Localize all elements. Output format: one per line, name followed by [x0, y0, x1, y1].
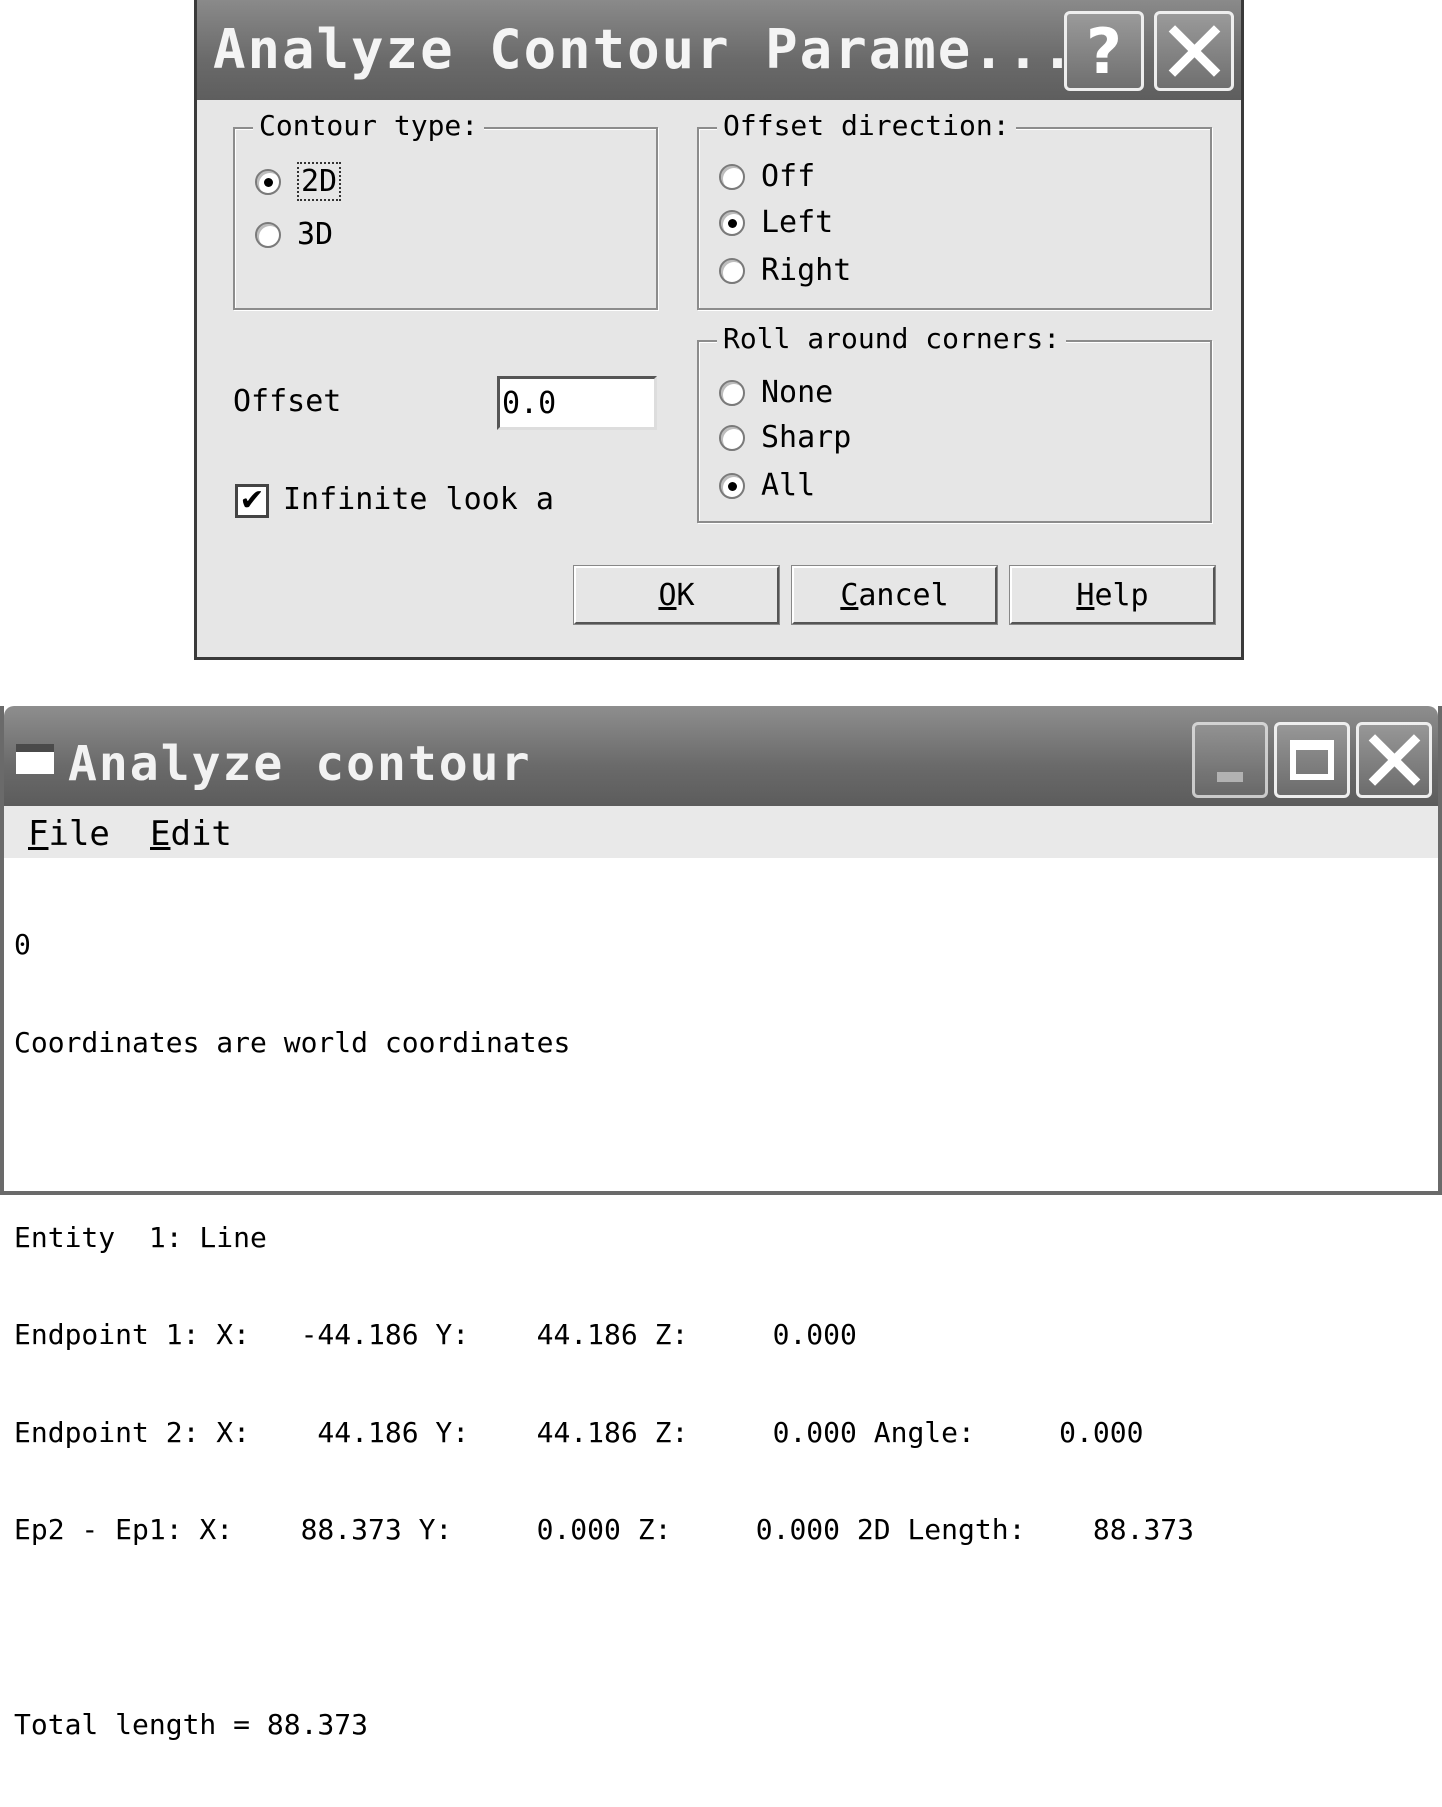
close-icon	[1366, 732, 1422, 788]
radio-3d[interactable]: 3D	[255, 217, 333, 252]
contour-type-group: Contour type: 2D 3D	[233, 109, 658, 310]
offset-label: Offset	[233, 384, 342, 419]
edit-label-rest: dit	[170, 814, 232, 854]
output-line: Endpoint 2: X: 44.186 Y: 44.186 Z: 0.000…	[14, 1415, 1144, 1449]
menu-bar: File Edit	[4, 806, 1438, 858]
radio-off-label: Off	[761, 159, 816, 194]
file-mnemonic: F	[28, 814, 49, 854]
question-mark-icon: ?	[1086, 14, 1122, 88]
analysis-output-text: 0 Coordinates are world coordinates Enti…	[14, 864, 1194, 1807]
radio-right[interactable]: Right	[719, 253, 851, 288]
radio-2d-label: 2D	[297, 162, 342, 201]
radio-button-left[interactable]	[719, 209, 745, 236]
radio-button-3d[interactable]	[255, 221, 281, 248]
dialog-close-button[interactable]	[1154, 11, 1234, 91]
cancel-button[interactable]: Cancel	[791, 565, 998, 625]
offset-input[interactable]	[497, 376, 657, 430]
output-line: Coordinates are world coordinates	[14, 1025, 571, 1059]
maximize-button[interactable]	[1274, 722, 1350, 798]
infinite-look-label: Infinite look a	[283, 482, 554, 517]
edit-mnemonic: E	[150, 814, 171, 854]
ok-mnemonic: O	[658, 577, 677, 613]
dialog-title: Analyze Contour Parame...	[213, 18, 1076, 81]
radio-right-label: Right	[761, 253, 852, 288]
radio-left[interactable]: Left	[719, 205, 833, 240]
dialog-title-bar[interactable]: Analyze Contour Parame... ?	[197, 0, 1241, 100]
offset-direction-label: Offset direction:	[717, 109, 1016, 142]
window-title-bar[interactable]: Analyze contour	[4, 706, 1438, 806]
ok-button[interactable]: OK	[573, 565, 780, 625]
checkmark-icon: ✔	[239, 483, 265, 518]
cancel-label-rest: ancel	[858, 577, 949, 613]
radio-all-label: All	[761, 468, 816, 503]
help-label-rest: elp	[1094, 577, 1149, 613]
radio-button-right[interactable]	[719, 257, 745, 284]
radio-2d[interactable]: 2D	[255, 162, 342, 201]
window-title: Analyze contour	[68, 736, 532, 792]
window-icon[interactable]	[16, 744, 54, 774]
minimize-button[interactable]	[1192, 722, 1268, 798]
radio-button-2d[interactable]	[255, 168, 281, 195]
infinite-look-checkbox[interactable]: ✔	[235, 484, 269, 518]
file-label-rest: ile	[48, 814, 110, 854]
radio-none[interactable]: None	[719, 375, 833, 410]
radio-left-label: Left	[761, 205, 834, 240]
output-line: Entity 1: Line	[14, 1220, 267, 1254]
offset-direction-group: Offset direction: Off Left Right	[697, 109, 1212, 310]
output-line: Total length = 88.373	[14, 1708, 369, 1741]
roll-around-corners-group: Roll around corners: None Sharp All	[697, 322, 1212, 523]
radio-none-label: None	[761, 375, 834, 410]
radio-button-off[interactable]	[719, 163, 745, 190]
radio-sharp[interactable]: Sharp	[719, 420, 851, 455]
analyze-contour-window: Analyze contour File Edit 0 Coordinates …	[0, 706, 1442, 1741]
window-close-button[interactable]	[1356, 722, 1432, 798]
radio-sharp-label: Sharp	[761, 420, 852, 455]
help-button[interactable]: Help	[1009, 565, 1216, 625]
help-title-button[interactable]: ?	[1064, 11, 1144, 91]
output-line: 0	[14, 928, 31, 961]
contour-type-label: Contour type:	[253, 109, 485, 142]
output-line: Ep2 - Ep1: X: 88.373 Y: 0.000 Z: 0.000 2…	[14, 1513, 1195, 1546]
close-icon	[1166, 23, 1222, 79]
radio-all[interactable]: All	[719, 468, 815, 503]
radio-button-all[interactable]	[719, 472, 745, 499]
output-line: Endpoint 1: X: -44.186 Y: 44.186 Z: 0.00…	[14, 1318, 857, 1351]
analyze-contour-parameters-dialog: Analyze Contour Parame... ? Contour type…	[194, 0, 1244, 660]
radio-button-none[interactable]	[719, 379, 745, 406]
radio-button-sharp[interactable]	[719, 424, 745, 451]
minimize-icon	[1217, 772, 1243, 782]
menu-file[interactable]: File	[28, 814, 110, 854]
cancel-mnemonic: C	[840, 577, 859, 613]
radio-3d-label: 3D	[297, 217, 334, 252]
ok-label-rest: K	[676, 577, 695, 613]
radio-off[interactable]: Off	[719, 159, 815, 194]
menu-edit[interactable]: Edit	[150, 814, 232, 854]
roll-around-corners-label: Roll around corners:	[717, 322, 1067, 355]
help-mnemonic: H	[1076, 577, 1095, 613]
maximize-icon	[1290, 740, 1334, 780]
